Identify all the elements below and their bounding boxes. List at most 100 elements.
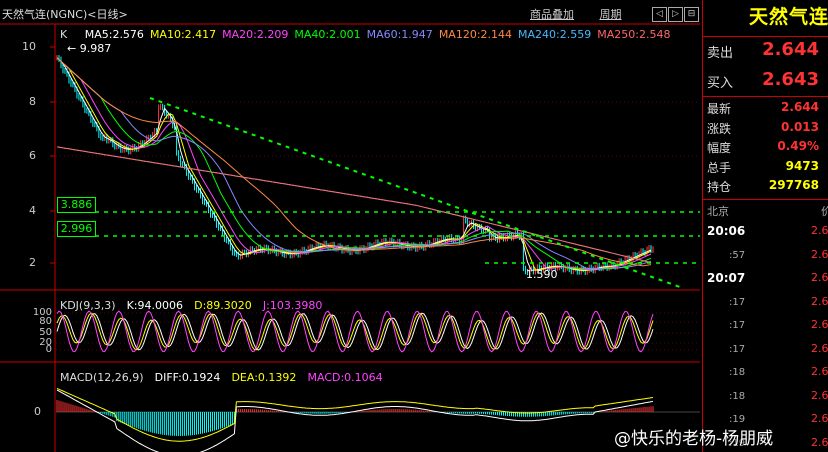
tick-price: 2.6 bbox=[811, 388, 828, 402]
kdj-legend: KDJ(9,3,3) K:94.0006 D:89.3020 J:103.398… bbox=[60, 294, 328, 313]
overlay-commodity-button[interactable]: 商品叠加 bbox=[530, 6, 574, 22]
kdj-d: D:89.3020 bbox=[194, 299, 252, 312]
bid-value: 2.643 bbox=[762, 69, 819, 90]
price-tick-label: 4 bbox=[29, 204, 36, 217]
stat-row: 幅度 0.49% bbox=[707, 139, 825, 157]
tick-row: :18 2.6 bbox=[707, 365, 828, 378]
tick-price: 2.6 bbox=[811, 294, 828, 308]
divider bbox=[703, 96, 828, 97]
divider bbox=[703, 199, 828, 200]
macd-legend: MACD(12,26,9) DIFF:0.1924 DEA:0.1392 MAC… bbox=[60, 366, 389, 385]
tick-time: :17 bbox=[729, 343, 746, 355]
tick-time: :18 bbox=[729, 390, 746, 402]
kdj-line bbox=[56, 312, 654, 351]
price-label: K bbox=[60, 28, 68, 41]
kdj-tick-label: 80 bbox=[39, 316, 52, 327]
ma-legend-item: MA240:2.559 bbox=[518, 28, 592, 41]
scroll-right-icon[interactable]: ▷ bbox=[668, 7, 683, 22]
macd-value: MACD:0.1064 bbox=[307, 371, 383, 384]
scroll-left-icon[interactable]: ◁ bbox=[652, 7, 667, 22]
stat-row: 涨跌 0.013 bbox=[707, 120, 825, 138]
ma-legend-item: MA20:2.209 bbox=[222, 28, 289, 41]
ma-legend-item: MA120:2.144 bbox=[438, 28, 513, 41]
stat-value: 2.644 bbox=[781, 100, 819, 114]
stat-label: 最新 bbox=[707, 102, 732, 116]
ma-line bbox=[56, 57, 652, 271]
kdj-j: J:103.3980 bbox=[262, 299, 323, 312]
tick-price: 2.6 bbox=[811, 271, 828, 284]
macd-diff: DIFF:0.1924 bbox=[154, 371, 221, 384]
kdj-k: K:94.0006 bbox=[126, 299, 184, 312]
tick-header: 北京 价 bbox=[707, 203, 828, 219]
ask-value: 2.644 bbox=[762, 39, 819, 60]
tick-row: :57 2.6 bbox=[707, 248, 828, 261]
tick-row: 20:06 2.6 bbox=[707, 224, 828, 238]
tick-price: 2.6 bbox=[811, 341, 828, 355]
macd-zero-tick: 0 bbox=[34, 405, 41, 418]
stat-row: 总手 9473 bbox=[707, 159, 825, 177]
price-tick-label: 8 bbox=[29, 95, 36, 108]
kdj-tick-label: 0 bbox=[45, 344, 52, 355]
stat-value: 9473 bbox=[785, 158, 819, 173]
ma-legend-item: MA250:2.548 bbox=[597, 28, 671, 41]
ma-legend-item: MA60:1.947 bbox=[366, 28, 433, 41]
tick-time: 20:06 bbox=[707, 224, 746, 238]
price-tick-label: 6 bbox=[29, 149, 36, 162]
stat-label: 幅度 bbox=[707, 141, 732, 155]
ma-legend: K MA5:2.576 MA10:2.417 MA20:2.209 MA40:2.00… bbox=[60, 28, 676, 41]
stat-label: 总手 bbox=[707, 160, 732, 175]
tick-price: 2.6 bbox=[811, 224, 828, 237]
tick-time: :17 bbox=[729, 296, 746, 308]
price-tick-label: 2 bbox=[29, 256, 36, 269]
low-label: 1.590 bbox=[526, 268, 558, 281]
tick-header-right: 价 bbox=[821, 205, 828, 218]
tick-price: 2.6 bbox=[811, 435, 828, 449]
tick-time: :18 bbox=[729, 367, 746, 378]
tick-time: 20:07 bbox=[707, 271, 746, 285]
ask-row: 卖出 2.644 bbox=[707, 39, 825, 64]
tick-price: 2.6 bbox=[811, 247, 828, 261]
ma-line bbox=[56, 57, 652, 271]
tick-row: :17 2.6 bbox=[707, 342, 828, 355]
bid-row: 买入 2.643 bbox=[707, 69, 825, 94]
bid-label: 买入 bbox=[707, 76, 734, 91]
macd-title: MACD(12,26,9) bbox=[60, 371, 144, 384]
tick-time: :17 bbox=[729, 320, 746, 331]
box-label-upper: 3.886 bbox=[57, 197, 96, 213]
ma-legend-item: MA10:2.417 bbox=[149, 28, 217, 41]
ma-legend-item: MA40:2.001 bbox=[294, 28, 361, 41]
chart-title: 天然气连(NGNC)<日线> bbox=[2, 8, 128, 21]
price-tick-label: 10 bbox=[22, 40, 36, 53]
ma-line bbox=[56, 57, 652, 272]
kdj-title: KDJ(9,3,3) bbox=[60, 299, 116, 312]
chart-area[interactable]: 天然气连(NGNC)<日线> 商品叠加 周期 ◁ ▷ ⊟ K MA5:2.576… bbox=[0, 0, 700, 452]
stat-label: 涨跌 bbox=[707, 121, 732, 136]
tick-row: :18 2.6 bbox=[707, 389, 828, 402]
tick-price: 2.6 bbox=[811, 365, 828, 378]
tick-row: 20:07 2.6 bbox=[707, 271, 828, 285]
high-value: 9.987 bbox=[79, 42, 112, 55]
trend-line bbox=[149, 97, 681, 288]
stock-name: 天然气连 bbox=[748, 6, 828, 28]
macd-dea: DEA:0.1392 bbox=[231, 371, 297, 384]
zoom-icon[interactable]: ⊟ bbox=[684, 7, 699, 22]
high-label: ← 9.987 bbox=[67, 42, 112, 55]
stat-label: 持仓 bbox=[707, 180, 732, 194]
period-button[interactable]: 周期 bbox=[600, 6, 622, 22]
ma-line bbox=[56, 57, 652, 270]
box-label-lower: 2.996 bbox=[57, 221, 96, 237]
stat-row: 最新 2.644 bbox=[707, 100, 825, 118]
divider bbox=[703, 36, 828, 37]
watermark: @快乐的老杨-杨朋威 bbox=[614, 429, 774, 449]
ma-legend-item: MA5:2.576 bbox=[84, 28, 144, 41]
stat-value: 297768 bbox=[768, 178, 819, 192]
stat-row: 持仓 297768 bbox=[707, 178, 825, 196]
quote-panel: 天然气连 卖出 2.644 买入 2.643 最新 2.644 涨跌 0.013 幅度 0… bbox=[702, 0, 828, 452]
stat-value: 0.013 bbox=[781, 119, 819, 134]
tick-header-left: 北京 bbox=[707, 205, 729, 218]
stat-value: 0.49% bbox=[777, 139, 819, 153]
tick-row: :17 2.6 bbox=[707, 318, 828, 331]
toolbar: 商品叠加 周期 bbox=[530, 6, 644, 22]
tick-row: :17 2.6 bbox=[707, 295, 828, 308]
tick-price: 2.6 bbox=[811, 412, 828, 425]
